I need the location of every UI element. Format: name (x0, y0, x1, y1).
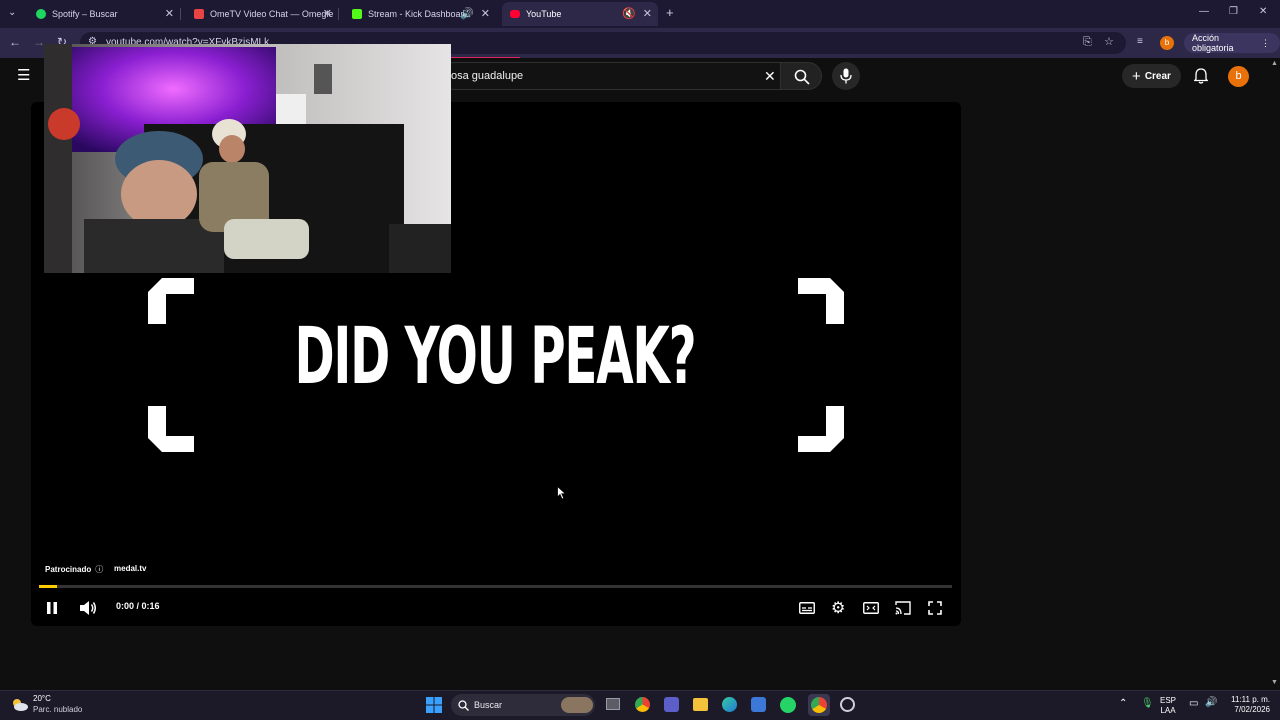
extra-app-icon[interactable] (840, 697, 855, 712)
clear-search-icon[interactable]: ✕ (764, 68, 776, 85)
video-headline: DID YOU PEAK? (294, 312, 697, 402)
back-icon[interactable]: ← (9, 35, 21, 49)
tab-youtube[interactable]: YouTube 🔇 ✕ (502, 2, 658, 26)
language-code: ESP (1160, 696, 1177, 705)
speaker-icon[interactable]: 🔊 (1205, 697, 1217, 708)
pause-icon[interactable] (46, 601, 58, 615)
keyboard-layout: LAA (1160, 706, 1176, 715)
create-label: Crear (1144, 70, 1171, 82)
new-tab-button[interactable]: + (666, 5, 674, 20)
search-highlight-icon (561, 697, 593, 713)
taskbar-search-label: Buscar (474, 700, 503, 710)
action-required-button[interactable]: Acción obligatoria ⋮ (1184, 33, 1280, 53)
webcam-image (44, 44, 451, 273)
clock[interactable]: 11:11 p. m. 7/02/2026 (1226, 695, 1270, 715)
edge-app-icon[interactable] (722, 697, 737, 712)
install-app-icon[interactable]: ⎘ (1083, 36, 1092, 49)
tab-title: Spotify – Buscar (52, 9, 118, 19)
mouse-cursor-icon (557, 486, 567, 500)
progress-fill (39, 585, 58, 588)
progress-bar[interactable] (39, 585, 952, 588)
kick-favicon-icon (352, 9, 362, 19)
tab-title: YouTube (526, 9, 562, 19)
bookmark-star-icon[interactable]: ☆ (1104, 35, 1114, 48)
weather-cloud-icon[interactable] (11, 698, 29, 712)
chrome-app-icon[interactable] (635, 697, 650, 712)
action-required-label: Acción obligatoria (1192, 33, 1234, 53)
taskbar-search[interactable]: Buscar (451, 694, 595, 716)
bracket-bottom-right (798, 406, 844, 452)
account-avatar[interactable]: b (1228, 66, 1249, 87)
tab-muted-icon[interactable]: 🔇 (622, 7, 636, 20)
info-icon[interactable]: ⓘ (95, 564, 103, 575)
browser-tab-strip: ⌄ Spotify – Buscar ✕ OmeTV Video Chat — … (0, 0, 1280, 28)
volume-icon[interactable] (79, 600, 97, 616)
file-explorer-icon[interactable] (693, 698, 708, 711)
bracket-top-left (148, 278, 194, 324)
search-icon (794, 69, 810, 85)
notifications-bell-icon[interactable] (1194, 68, 1208, 84)
cast-icon[interactable] (895, 601, 911, 615)
subtitles-icon[interactable] (799, 602, 815, 614)
scroll-up-icon[interactable]: ▲ (1271, 60, 1278, 67)
tab-title: OmeTV Video Chat — Omegle (210, 9, 334, 19)
tab-close-icon[interactable]: ✕ (323, 7, 332, 20)
language-indicator[interactable]: ESP LAA (1160, 696, 1176, 716)
tab-close-icon[interactable]: ✕ (643, 7, 652, 20)
close-window-button[interactable]: ✕ (1259, 6, 1267, 17)
spotify-favicon-icon (36, 9, 46, 19)
microphone-icon (840, 68, 852, 84)
search-query[interactable]: osa guadalupe (451, 70, 523, 82)
ometv-favicon-icon (194, 9, 204, 19)
microphone-tray-icon[interactable]: 🎙 (1141, 698, 1154, 709)
search-input[interactable]: osa guadalupe ✕ (440, 62, 780, 90)
tab-ometv[interactable]: OmeTV Video Chat — Omegle ✕ (186, 2, 339, 26)
create-button[interactable]: + Crear (1122, 64, 1181, 88)
voice-search-button[interactable] (832, 62, 860, 90)
sponsored-text: Patrocinado (45, 565, 92, 574)
tray-chevron-icon[interactable]: ⌃ (1119, 698, 1127, 709)
plus-icon: + (1132, 67, 1141, 85)
tab-title: Stream - Kick Dashboard (368, 9, 469, 19)
scroll-down-icon[interactable]: ▼ (1271, 679, 1278, 686)
clock-time: 11:11 p. m. (1231, 695, 1270, 704)
profile-avatar[interactable]: b (1160, 36, 1174, 50)
weather-temperature[interactable]: 20°C (33, 694, 51, 703)
chrome-active-app-icon[interactable] (811, 697, 827, 713)
teams-app-icon[interactable] (664, 697, 679, 712)
tab-close-icon[interactable]: ✕ (165, 7, 174, 20)
kebab-menu-icon: ⋮ (1261, 37, 1270, 48)
store-app-icon[interactable] (751, 697, 766, 712)
webcam-overlay (44, 44, 451, 273)
network-icon[interactable]: ▭ (1189, 698, 1198, 709)
windows-start-icon[interactable] (426, 697, 442, 713)
maximize-button[interactable]: ❐ (1229, 6, 1238, 17)
sponsor-site-link[interactable]: medal.tv (114, 564, 146, 573)
minimize-button[interactable]: — (1199, 6, 1209, 17)
fullscreen-icon[interactable] (928, 601, 942, 615)
tab-close-icon[interactable]: ✕ (481, 7, 490, 20)
task-view-icon[interactable] (606, 698, 620, 710)
settings-gear-icon[interactable]: ⚙ (831, 598, 845, 618)
bracket-top-right (798, 278, 844, 324)
tab-search-chevron-icon[interactable]: ⌄ (8, 7, 16, 18)
time-display: 0:00 / 0:16 (116, 601, 160, 611)
search-icon (458, 700, 469, 711)
tab-spotify[interactable]: Spotify – Buscar ✕ (28, 2, 181, 26)
clock-date: 7/02/2026 (1234, 705, 1270, 714)
media-controls-icon[interactable]: ≡ (1137, 36, 1143, 47)
hamburger-menu-icon[interactable]: ☰ (17, 66, 30, 84)
bracket-bottom-left (148, 406, 194, 452)
tab-kick[interactable]: Stream - Kick Dashboard 🔊 ✕ (344, 2, 496, 26)
weather-description[interactable]: Parc. nublado (33, 705, 82, 714)
theater-mode-icon[interactable] (863, 602, 879, 614)
whatsapp-app-icon[interactable] (780, 697, 796, 713)
search-button[interactable] (780, 62, 822, 90)
youtube-favicon-icon (510, 10, 520, 18)
audio-playing-icon[interactable]: 🔊 (460, 7, 474, 20)
windows-taskbar: 20°C Parc. nublado Buscar ⌃ 🎙 ESP LAA ▭ … (0, 690, 1280, 720)
sponsored-label[interactable]: Patrocinado ⓘ (45, 564, 103, 575)
